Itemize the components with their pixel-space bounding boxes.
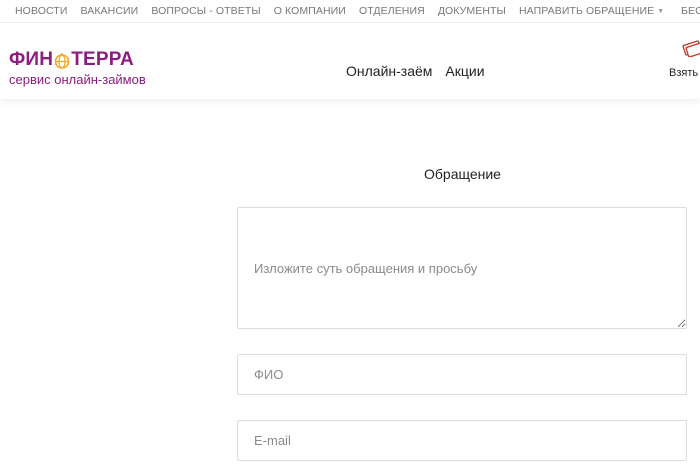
form-title: Обращение bbox=[424, 166, 501, 182]
logo-tagline: сервис онлайн-займов bbox=[9, 72, 146, 87]
site-header: ФИН ТЕРРА сервис онлайн-займов Онлайн-за… bbox=[0, 22, 700, 99]
logo-brand-right: ТЕРРА bbox=[71, 49, 134, 70]
topnav-item-send-appeal[interactable]: НАПРАВИТЬ ОБРАЩЕНИЕ ▼ bbox=[519, 5, 664, 17]
fio-input[interactable] bbox=[237, 354, 687, 395]
money-icon bbox=[682, 40, 700, 57]
topnav-item-vacancies[interactable]: ВАКАНСИИ bbox=[80, 5, 138, 17]
globe-icon bbox=[54, 53, 70, 69]
topnav-item-send-appeal-label: НАПРАВИТЬ ОБРАЩЕНИЕ bbox=[518, 5, 655, 17]
logo-brand-left: ФИН bbox=[9, 49, 54, 70]
topnav-item-news[interactable]: НОВОСТИ bbox=[15, 5, 67, 17]
top-utility-nav: НОВОСТИ ВАКАНСИИ ВОПРОСЫ - ОТВЕТЫ О КОМП… bbox=[0, 0, 700, 22]
topnav-item-about[interactable]: О КОМПАНИИ bbox=[274, 5, 346, 17]
main-nav: Онлайн-заём Акции bbox=[346, 63, 498, 79]
take-loan-label: Взять bbox=[669, 67, 699, 79]
logo-brand: ФИН ТЕРРА bbox=[9, 49, 134, 71]
nav-online-loan[interactable]: Онлайн-заём bbox=[346, 63, 432, 79]
topnav-item-faq[interactable]: ВОПРОСЫ - ОТВЕТЫ bbox=[151, 5, 260, 17]
topnav-item-documents[interactable]: ДОКУМЕНТЫ bbox=[438, 5, 506, 17]
topnav-item-branches[interactable]: ОТДЕЛЕНИЯ bbox=[359, 5, 425, 17]
topnav-item-truncated[interactable]: БЕС bbox=[681, 5, 700, 17]
appeal-message-textarea[interactable] bbox=[237, 207, 687, 329]
logo[interactable]: ФИН ТЕРРА сервис онлайн-займов bbox=[9, 49, 169, 89]
chevron-down-icon: ▼ bbox=[657, 8, 665, 15]
nav-promotions[interactable]: Акции bbox=[445, 63, 484, 79]
email-input[interactable] bbox=[237, 420, 687, 461]
take-loan-button[interactable]: Взять bbox=[668, 39, 700, 79]
